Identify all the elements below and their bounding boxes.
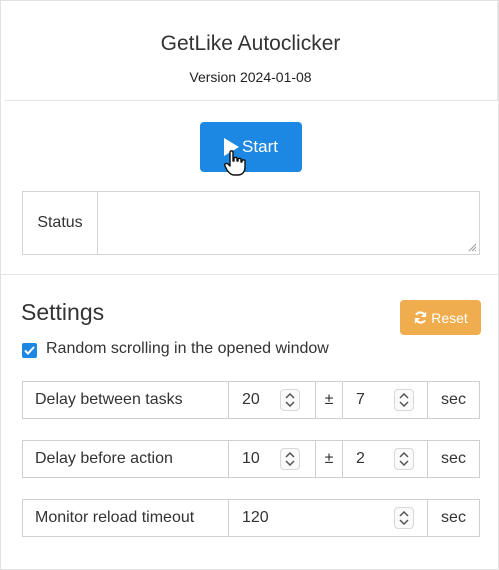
- unit-label: sec: [427, 500, 479, 536]
- delay-before-action-input[interactable]: 10: [229, 441, 315, 477]
- delay-between-tasks-row: Delay between tasks 20 ± 7 sec: [22, 381, 480, 419]
- start-button-label: Start: [242, 137, 278, 156]
- hand-cursor-icon: [224, 150, 246, 176]
- plus-minus-label: ±: [315, 382, 343, 418]
- unit-label: sec: [427, 441, 479, 477]
- status-textarea[interactable]: [98, 192, 479, 254]
- spinner-arrows-icon[interactable]: [394, 507, 414, 529]
- reset-button[interactable]: Reset: [400, 300, 481, 335]
- header: GetLike Autoclicker Version 2024-01-08: [4, 2, 498, 101]
- app-title: GetLike Autoclicker: [160, 32, 341, 55]
- version-label: Version 2024-01-08: [189, 69, 312, 85]
- unit-label: sec: [427, 382, 479, 418]
- start-button[interactable]: Start: [200, 122, 302, 172]
- plus-minus-label: ±: [315, 441, 343, 477]
- delay-before-action-deviation-input[interactable]: 2: [343, 441, 429, 477]
- delay-between-tasks-label: Delay between tasks: [23, 382, 229, 418]
- random-scroll-checkbox[interactable]: [22, 343, 37, 358]
- settings-title: Settings: [21, 299, 105, 325]
- reset-button-label: Reset: [431, 309, 468, 326]
- resize-grip-icon[interactable]: [468, 243, 477, 252]
- check-icon: [24, 346, 35, 355]
- spinner-arrows-icon[interactable]: [394, 389, 414, 411]
- delay-between-tasks-deviation-input[interactable]: 7: [343, 382, 429, 418]
- spinner-arrows-icon[interactable]: [280, 389, 300, 411]
- delay-between-tasks-input[interactable]: 20: [229, 382, 315, 418]
- status-label: Status: [23, 192, 98, 254]
- refresh-icon: [415, 311, 427, 324]
- monitor-reload-timeout-row: Monitor reload timeout 120 sec: [22, 499, 480, 537]
- delay-before-action-row: Delay before action 10 ± 2 sec: [22, 440, 480, 478]
- spinner-arrows-icon[interactable]: [280, 448, 300, 470]
- random-scroll-label[interactable]: Random scrolling in the opened window: [46, 340, 329, 358]
- spinner-arrows-icon[interactable]: [394, 448, 414, 470]
- monitor-reload-timeout-label: Monitor reload timeout: [23, 500, 229, 536]
- delay-before-action-label: Delay before action: [23, 441, 229, 477]
- status-panel: Status: [22, 191, 480, 255]
- section-divider: [0, 274, 499, 275]
